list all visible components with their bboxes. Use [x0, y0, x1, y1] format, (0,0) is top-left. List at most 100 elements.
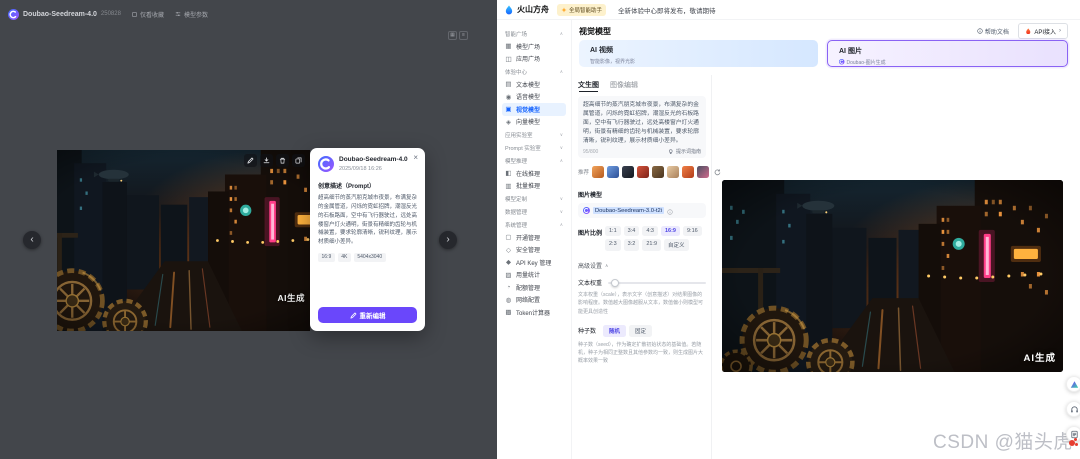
prompt-textarea[interactable]: 超高细节的蒸汽朋克城市夜景，布满复杂的金属管道，闪烁的霓虹招牌，潮湿反光的石板路… — [578, 96, 706, 158]
support-float-button[interactable] — [1066, 401, 1080, 417]
sidebar-item-usage-stats[interactable]: ▨用量统计 — [502, 269, 566, 282]
recommend-thumbnail[interactable] — [607, 166, 619, 178]
viewer-topbar: Doubao-Seedream-4.0 250828 仅看收藏 模型参数 — [8, 8, 208, 20]
chevron-down-icon: ∨ — [560, 132, 563, 138]
list-view-toggle[interactable]: ≡ — [459, 31, 468, 40]
download-image-button[interactable] — [260, 154, 273, 167]
tab-image-edit[interactable]: 图像编辑 — [610, 80, 638, 90]
box-icon: ▢ — [505, 233, 512, 241]
sidebar-item-quota[interactable]: ◔配额管理 — [502, 281, 566, 294]
ratio-chip-3-4[interactable]: 3:4 — [624, 226, 640, 236]
tab-text-to-image[interactable]: 文生图 — [578, 80, 599, 90]
sidebar-group-plaza[interactable]: 智能广场∧ — [502, 27, 566, 40]
assistant-float-button[interactable] — [1066, 376, 1080, 392]
prompt-tags: 16:9 4K 5404x3040 — [318, 253, 417, 262]
carousel-prev-button[interactable]: ‹ — [23, 231, 41, 249]
api-access-button[interactable]: API接入 › — [1018, 23, 1068, 39]
brand: 火山方舟 — [504, 4, 549, 15]
brand-name: 火山方舟 — [517, 4, 549, 15]
global-assistant-badge[interactable]: 全局智能助手 — [557, 4, 606, 16]
chevron-up-icon: ∧ — [560, 222, 563, 228]
app-icon: ◫ — [505, 55, 512, 63]
pencil-icon — [247, 157, 254, 164]
sidebar-item-token-calculator[interactable]: ▩Token计算器 — [502, 306, 566, 319]
sidebar-group-inference[interactable]: 模型推理∧ — [502, 154, 566, 167]
grid-view-toggle[interactable]: ▦ — [448, 31, 457, 40]
sidebar-item-api-key[interactable]: ◆API Key 管理 — [502, 256, 566, 269]
ratio-chip-9-16[interactable]: 9:16 — [683, 226, 702, 236]
ratio-chip-21-9[interactable]: 21:9 — [642, 239, 661, 251]
sidebar-item-vision-models[interactable]: ▣视觉模型 — [502, 103, 566, 116]
sidebar-item-text-models[interactable]: ▤文本模型 — [502, 78, 566, 91]
scale-description: 文本权重（scale），表示文字（创意描述）对结果图像的影响程度。数值越大图像越… — [578, 291, 706, 316]
sidebar-group-prompt-lab[interactable]: Prompt 实验室∨ — [502, 141, 566, 154]
copy-image-button[interactable] — [292, 154, 305, 167]
seed-option-fixed[interactable]: 固定 — [629, 325, 652, 337]
generation-preview: AI生成 — [722, 180, 1063, 372]
slider-knob[interactable] — [611, 279, 619, 287]
recommend-label: 推荐 — [578, 168, 589, 176]
recommend-row: 推荐 — [578, 163, 706, 181]
sidebar-item-speech-models[interactable]: ◉语音模型 — [502, 91, 566, 104]
refresh-button[interactable] — [714, 163, 721, 181]
chart-icon: ▨ — [505, 271, 512, 279]
chevron-up-icon: ∧ — [560, 31, 563, 37]
model-params-button[interactable]: 模型参数 — [175, 10, 208, 19]
sidebar-item-app-plaza[interactable]: ◫应用广场 — [502, 53, 566, 66]
sidebar-item-network[interactable]: ◍网络配置 — [502, 294, 566, 307]
sidebar-item-online-inference[interactable]: ◧在线推理 — [502, 167, 566, 180]
ratio-chip-custom[interactable]: 自定义 — [664, 239, 689, 251]
model-selector[interactable]: Doubao-Seedream-3.0-t2i — [578, 203, 706, 218]
ai-image-card[interactable]: AI 图片 Doubao-图片生成 — [827, 40, 1068, 67]
seed-option-random[interactable]: 随机 — [603, 325, 626, 337]
sidebar-group-experience[interactable]: 体验中心∧ — [502, 65, 566, 78]
recommend-thumbnail[interactable] — [652, 166, 664, 178]
help-docs-link[interactable]: 帮助文档 — [977, 27, 1009, 36]
recommend-thumbnail[interactable] — [592, 166, 604, 178]
bulb-icon — [668, 149, 674, 155]
close-icon[interactable]: × — [413, 154, 418, 162]
sidebar-item-embedding-models[interactable]: ◈向量模型 — [502, 116, 566, 129]
advanced-settings-toggle[interactable]: 高级设置 ∧ — [578, 261, 706, 270]
ratio-chip-16-9[interactable]: 16:9 — [661, 226, 680, 236]
recommend-thumbnail[interactable] — [682, 166, 694, 178]
recommend-thumbnail[interactable] — [667, 166, 679, 178]
ratio-chip-3-2[interactable]: 3:2 — [624, 239, 640, 251]
recommend-thumbnail[interactable] — [697, 166, 709, 178]
page-header: 视觉模型 帮助文档 API接入 › — [579, 24, 1068, 38]
seed-mode-segment: 随机 固定 — [603, 325, 652, 337]
ai-video-card[interactable]: AI 视频 智能影像，视界光影 — [579, 40, 818, 67]
ratio-chip-4-3[interactable]: 4:3 — [642, 226, 658, 236]
sidebar-item-batch-inference[interactable]: ▥批量推理 — [502, 180, 566, 193]
edit-image-button[interactable] — [244, 154, 257, 167]
viewer-model-version: 250828 — [101, 11, 121, 17]
prompt-guide-link[interactable]: 提示词指南 — [668, 148, 701, 155]
chevron-left-icon: ‹ — [30, 235, 33, 245]
pencil-icon — [350, 312, 357, 319]
volcano-flame-icon — [1025, 28, 1032, 35]
image-icon: ▣ — [505, 105, 512, 113]
recommend-thumbnail[interactable] — [622, 166, 634, 178]
delete-image-button[interactable] — [276, 154, 289, 167]
sidebar-group-customization[interactable]: 模型定制∨ — [502, 192, 566, 205]
sidebar-group-data[interactable]: 数据管理∨ — [502, 205, 566, 218]
favorites-filter-button[interactable]: 仅看收藏 — [132, 10, 164, 19]
doubao-logo-icon — [318, 156, 334, 172]
sidebar-group-app-lab[interactable]: 应用实验室∨ — [502, 128, 566, 141]
model-info-icon[interactable] — [667, 202, 673, 220]
sidebar-item-model-plaza[interactable]: ▦模型广场 — [502, 40, 566, 53]
ratio-chip-1-1[interactable]: 1:1 — [605, 226, 621, 236]
selected-model-name: Doubao-Seedream-3.0-t2i — [593, 207, 664, 214]
carousel-next-button[interactable]: › — [439, 231, 457, 249]
re-edit-button[interactable]: 重新编辑 — [318, 307, 417, 323]
sidebar-item-security[interactable]: ◇安全管理 — [502, 244, 566, 257]
doubao-logo-icon — [583, 207, 590, 214]
page-title: 视觉模型 — [579, 26, 611, 37]
viewer-model-title: Doubao-Seedream-4.0 — [23, 11, 97, 18]
recommend-thumbnail[interactable] — [637, 166, 649, 178]
sidebar-group-system[interactable]: 系统管理∧ — [502, 218, 566, 231]
scale-slider[interactable] — [608, 282, 706, 284]
sidebar-item-activation[interactable]: ▢开通管理 — [502, 231, 566, 244]
ratio-chip-2-3[interactable]: 2:3 — [605, 239, 621, 251]
refresh-icon — [714, 169, 721, 176]
